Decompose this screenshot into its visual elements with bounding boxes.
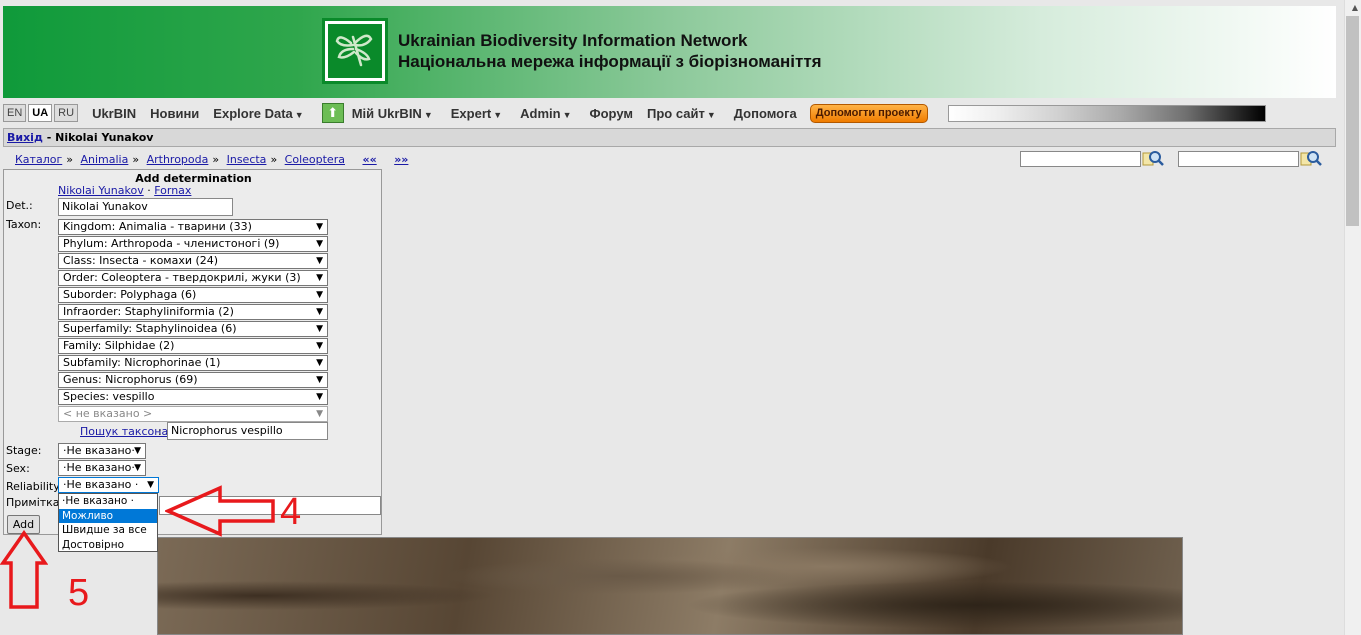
- prev-link[interactable]: ««: [362, 153, 376, 166]
- note-label: Примітка: [6, 496, 60, 509]
- reliability-option-highlighted[interactable]: Можливо: [59, 508, 157, 523]
- user-name: Nikolai Yunakov: [55, 131, 154, 144]
- taxon-select-class[interactable]: Class: Insecta - комахи (24) ▼: [58, 253, 328, 269]
- taxon-select-phylum[interactable]: Phylum: Arthropoda - членистоногі (9) ▼: [58, 236, 328, 252]
- det-label: Det.:: [6, 199, 33, 212]
- annotation-number-4: 4: [280, 491, 302, 533]
- user-bar: Вихід - Nikolai Yunakov: [3, 128, 1336, 147]
- upload-arrow-icon[interactable]: ⬆: [321, 103, 344, 123]
- taxon-select-genus[interactable]: Genus: Nicrophorus (69) ▼: [58, 372, 328, 388]
- lang-ua-button[interactable]: UA: [28, 104, 53, 122]
- det-link-user[interactable]: Nikolai Yunakov: [58, 184, 144, 197]
- main-menu: EN UA RU UkrBIN Новини Explore Data ▼ ⬆ М…: [0, 101, 1340, 125]
- search-icon[interactable]: [1300, 149, 1322, 167]
- reliability-option[interactable]: Достовірно: [59, 538, 157, 553]
- search-icon[interactable]: [1142, 149, 1164, 167]
- taxon-search-input[interactable]: Nicrophorus vespillo: [167, 422, 328, 440]
- caret-down-icon: ▼: [562, 109, 572, 120]
- search-input-2[interactable]: [1178, 151, 1299, 167]
- sex-label: Sex:: [6, 462, 30, 475]
- taxon-select-order[interactable]: Order: Coleoptera - твердокрилі, жуки (3…: [58, 270, 328, 286]
- specimen-photo: [157, 537, 1183, 635]
- userbar-separator: -: [46, 131, 52, 144]
- menu-about[interactable]: Про сайт ▼: [647, 106, 716, 121]
- breadcrumb-coleoptera[interactable]: Coleoptera: [285, 153, 345, 166]
- lang-en-button[interactable]: EN: [3, 104, 27, 122]
- breadcrumb-animalia[interactable]: Animalia: [80, 153, 128, 166]
- reliability-label: Reliability:: [6, 480, 63, 493]
- scroll-up-icon[interactable]: ▲: [1352, 3, 1358, 12]
- menu-ukrbin[interactable]: UkrBIN: [92, 106, 136, 121]
- logout-link[interactable]: Вихід: [7, 131, 43, 144]
- donate-button[interactable]: Допомогти проекту: [809, 103, 928, 123]
- taxon-select-superfamily[interactable]: Superfamily: Staphylinoidea (6) ▼: [58, 321, 328, 337]
- sex-select[interactable]: ·Не вказано· ▼: [58, 460, 146, 476]
- banner-title-en: Ukrainian Biodiversity Information Netwo…: [398, 31, 748, 50]
- taxon-select-subfamily[interactable]: Subfamily: Nicrophorinae (1) ▼: [58, 355, 328, 371]
- reliability-option[interactable]: Швидше за все: [59, 523, 157, 538]
- menu-forum[interactable]: Форум: [590, 106, 633, 121]
- taxon-search-link[interactable]: Пошук таксона: [80, 425, 168, 438]
- caret-down-icon: ▼: [294, 109, 304, 120]
- taxon-select-unset[interactable]: < не вказано > ▼: [58, 406, 328, 422]
- taxon-label: Taxon:: [6, 218, 42, 231]
- taxon-select-species[interactable]: Species: vespillo ▼: [58, 389, 328, 405]
- shade-strip: [947, 104, 1266, 122]
- det-links: Nikolai Yunakov · Fornax: [58, 184, 192, 197]
- caret-down-icon: ▼: [493, 109, 503, 120]
- breadcrumb-arthropoda[interactable]: Arthropoda: [147, 153, 209, 166]
- breadcrumb-insecta[interactable]: Insecta: [227, 153, 267, 166]
- annotation-number-5: 5: [68, 572, 90, 614]
- next-link[interactable]: »»: [394, 153, 408, 166]
- site-banner: Ukrainian Biodiversity Information Netwo…: [3, 6, 1336, 98]
- page-scrollbar[interactable]: ▲: [1344, 0, 1361, 635]
- lang-ru-button[interactable]: RU: [54, 104, 79, 122]
- reliability-option[interactable]: ·Не вказано ·: [59, 494, 157, 509]
- search-input-1[interactable]: [1020, 151, 1141, 167]
- taxon-select-kingdom[interactable]: Kingdom: Animalia - тварини (33) ▼: [58, 219, 328, 235]
- breadcrumb-catalog[interactable]: Каталог: [15, 153, 62, 166]
- menu-explore-data[interactable]: Explore Data ▼: [213, 106, 303, 121]
- taxon-select-suborder[interactable]: Suborder: Polyphaga (6) ▼: [58, 287, 328, 303]
- breadcrumb: Каталог» Animalia» Arthropoda» Insecta» …: [15, 153, 409, 166]
- menu-help[interactable]: Допомога: [734, 106, 797, 121]
- add-determination-panel: Add determination Nikolai Yunakov · Forn…: [3, 169, 382, 535]
- annotation-arrow-up-icon: [0, 530, 48, 609]
- menu-admin[interactable]: Admin ▼: [520, 106, 571, 121]
- dragonfly-logo-icon[interactable]: [322, 18, 388, 84]
- menu-my-ukrbin[interactable]: Мій UkrBIN ▼: [352, 106, 433, 121]
- annotation-arrow-left-icon: [165, 485, 275, 537]
- banner-title-ua: Національна мережа інформації з біорізно…: [398, 52, 822, 71]
- menu-expert[interactable]: Expert ▼: [451, 106, 502, 121]
- scroll-thumb[interactable]: [1346, 16, 1359, 226]
- reliability-dropdown-list[interactable]: ·Не вказано · Можливо Швидше за все Дост…: [58, 493, 158, 552]
- menu-news[interactable]: Новини: [150, 106, 199, 121]
- caret-down-icon: ▼: [423, 109, 433, 120]
- det-input[interactable]: Nikolai Yunakov: [58, 198, 233, 216]
- taxon-select-family[interactable]: Family: Silphidae (2) ▼: [58, 338, 328, 354]
- det-link-fornax[interactable]: Fornax: [154, 184, 191, 197]
- taxon-select-infraorder[interactable]: Infraorder: Staphyliniformia (2) ▼: [58, 304, 328, 320]
- caret-down-icon: ▼: [706, 109, 716, 120]
- reliability-select[interactable]: ·Не вказано · ▼: [58, 477, 159, 493]
- stage-select[interactable]: ·Не вказано· ▼: [58, 443, 146, 459]
- stage-label: Stage:: [6, 444, 42, 457]
